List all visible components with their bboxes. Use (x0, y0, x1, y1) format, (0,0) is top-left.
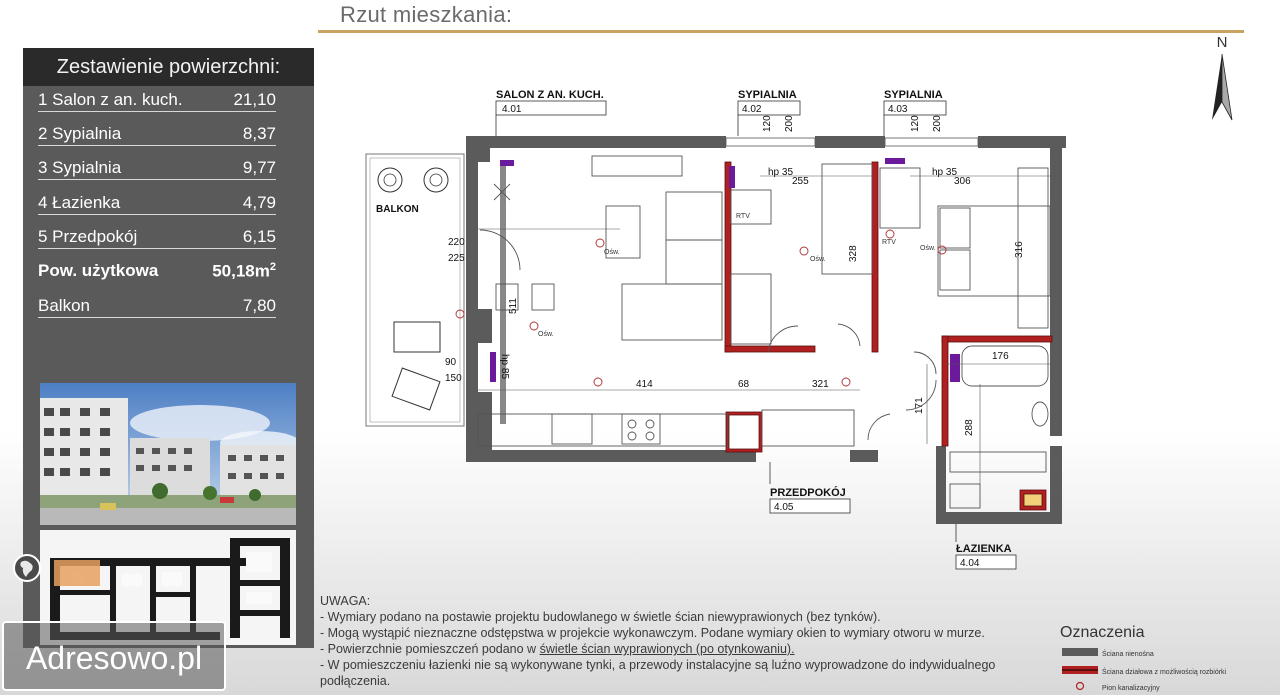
summary-row: 4 Łazienka 4,79 (38, 193, 276, 215)
legend-item: Ściana nienośna (1102, 649, 1154, 658)
summary-balcony-label: Balkon (38, 296, 90, 315)
dim-text: 120 (910, 115, 921, 132)
summary-row-label: 4 Łazienka (38, 193, 121, 212)
room-number: 4.03 (888, 104, 908, 115)
summary-balcony-row: Balkon 7,80 (38, 296, 276, 318)
title-rule (318, 30, 1244, 33)
dim-text: 328 (848, 245, 859, 262)
notes-line: podłączenia. (320, 674, 391, 688)
notes-line: - Powierzchnie pomieszczeń podano w świe… (320, 642, 795, 656)
watermark-logo[interactable]: Adresowo.pl (2, 621, 226, 691)
dim-text: hp 35 (768, 167, 793, 178)
fixture-label: RTV (882, 239, 896, 246)
summary-row-label: 3 Sypialnia (38, 158, 122, 177)
summary-row-value: 6,15 (242, 227, 276, 246)
summary-row-value: 8,37 (242, 124, 276, 143)
summary-row: 5 Przedpokój 6,15 (38, 227, 276, 249)
page-title: Rzut mieszkania: (340, 2, 513, 27)
room-number: 4.04 (960, 558, 980, 569)
dim-text: 255 (792, 176, 809, 187)
summary-row: 1 Salon z an. kuch. 21,10 (38, 90, 276, 112)
room-label: SYPIALNIA (884, 89, 943, 101)
dim-text: 220 (448, 237, 465, 248)
notes-line: - W pomieszczeniu łazienki nie są wykony… (320, 658, 996, 672)
notes-heading: UWAGA: (320, 594, 371, 608)
summary-row-label: 5 Przedpokój (38, 227, 138, 246)
notes-block: UWAGA: - Wymiary podano na postawie proj… (320, 593, 1060, 689)
summary-heading: Zestawienie powierzchni: (23, 48, 314, 86)
legend-title: Oznaczenia (1060, 624, 1145, 641)
bearing-walls (466, 136, 1066, 524)
room-label: SALON Z AN. KUCH. (496, 89, 604, 101)
dim-text: 150 (445, 373, 462, 384)
dim-text: 90 (445, 357, 457, 368)
room-label: ŁAZIENKA (956, 543, 1012, 555)
summary-row: 3 Sypialnia 9,77 (38, 158, 276, 180)
dim-text: 225 (448, 253, 465, 264)
building-render-image (40, 383, 296, 525)
notes-line: - Mogą wystąpić nieznaczne odstępstwa w … (320, 626, 985, 640)
north-arrow-icon: N (1212, 34, 1233, 121)
dim-text: 316 (1014, 241, 1025, 258)
legend-item: Pion kanalizacyjny (1102, 685, 1160, 692)
dim-text: 321 (812, 379, 829, 390)
room-number: 4.02 (742, 104, 762, 115)
fixture-label: Ośw. (810, 256, 826, 263)
room-number: 4.05 (774, 502, 794, 513)
dim-text: 171 (914, 397, 925, 414)
fixture-label: Ośw. (920, 245, 936, 252)
legend: Ściana nienośna Ściana działowa z możliw… (1062, 648, 1227, 692)
partition-walls (724, 161, 1053, 511)
summary-balcony-value: 7,80 (242, 296, 276, 315)
floor-plan: SALON Z AN. KUCH. 4.01 SYPIALNIA 4.02 SY… (365, 89, 1066, 570)
dim-text: 306 (954, 176, 971, 187)
fixture-label: RTV (736, 213, 750, 220)
summary-row-value: 9,77 (242, 158, 276, 177)
dim-text: 200 (932, 115, 943, 132)
balcony-area (365, 153, 465, 427)
legend-item: Ściana działowa z możliwością rozbiórki (1102, 667, 1227, 676)
notes-line: - Wymiary podano na postawie projektu bu… (320, 610, 881, 624)
dim-text: 68 (738, 379, 750, 390)
summary-row-label: 1 Salon z an. kuch. (38, 90, 183, 109)
summary-row-value: 21,10 (233, 90, 276, 109)
dim-text: 414 (636, 379, 653, 390)
summary-row-value: 4,79 (242, 193, 276, 212)
dim-text: 200 (784, 115, 795, 132)
room-number: 4.01 (502, 104, 522, 115)
summary-total-label: Pow. użytkowa (38, 261, 159, 280)
balcony-label: BALKON (376, 204, 419, 215)
north-label: N (1217, 34, 1228, 51)
room-label: SYPIALNIA (738, 89, 797, 101)
fixture-label: Ośw. (604, 249, 620, 256)
notes-underlined: świetle ścian wyprawionych (po otynkowan… (539, 642, 795, 656)
summary-row-label: 2 Sypialnia (38, 124, 122, 143)
dim-text: hp 85 (499, 354, 510, 379)
dim-text: 176 (992, 351, 1009, 362)
summary-row: 2 Sypialnia 8,37 (38, 124, 276, 146)
summary-total-row: Pow. użytkowa 50,18m2 (38, 261, 276, 282)
globe-icon[interactable] (12, 553, 42, 583)
room-label: PRZEDPOKÓJ (770, 486, 846, 499)
summary-total-value: 50,18m2 (212, 261, 276, 281)
dim-text: 511 (508, 298, 519, 314)
dim-text: 120 (762, 115, 773, 132)
fixture-label: Ośw. (538, 331, 554, 338)
dim-text: 288 (964, 419, 975, 436)
